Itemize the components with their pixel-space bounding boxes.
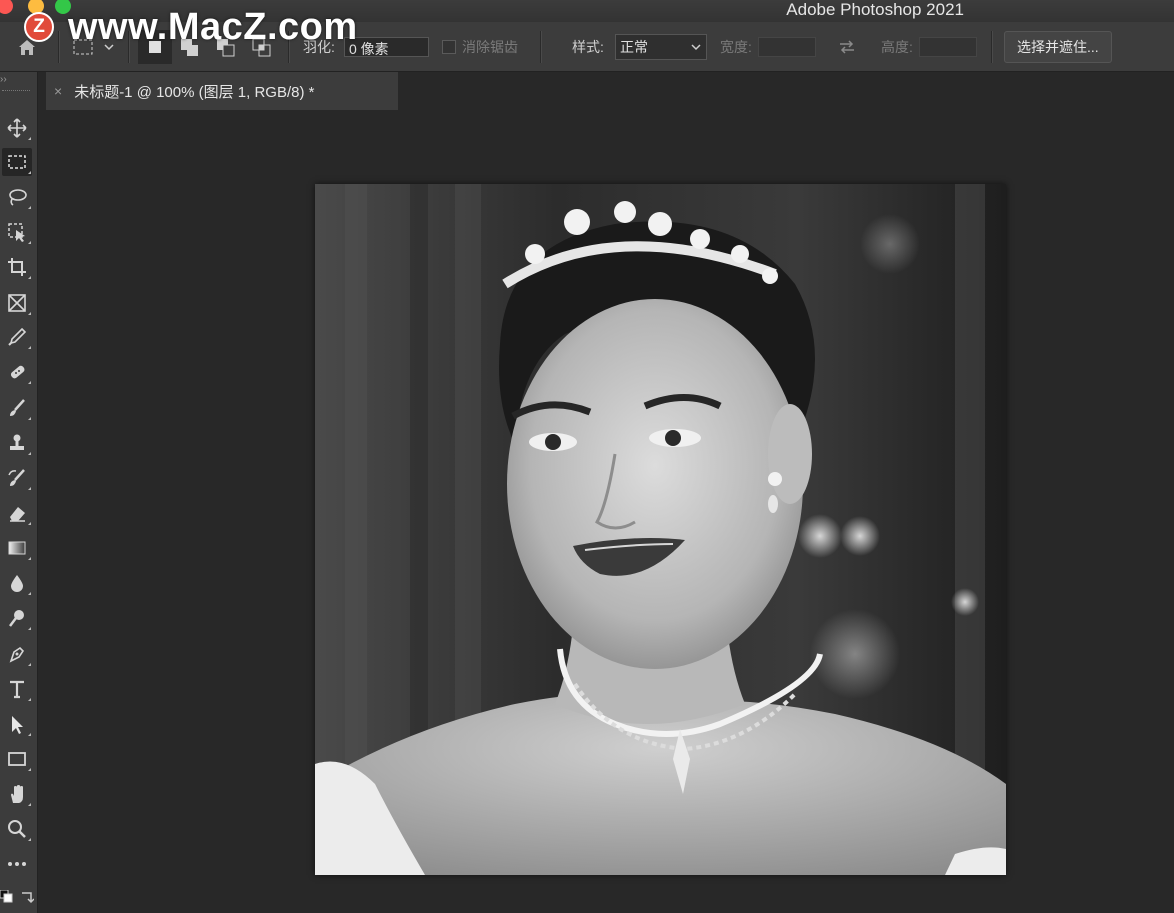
style-label: 样式: [572, 39, 604, 55]
close-window-button[interactable] [0, 0, 13, 14]
blur-tool-icon [11, 575, 23, 592]
path-selection-tool-icon [12, 716, 23, 734]
collapse-panel-icon[interactable]: ›› [0, 74, 7, 85]
path-selection-tool-button[interactable] [2, 710, 32, 738]
document-tab-title: 未标题-1 @ 100% (图层 1, RGB/8) * [74, 83, 315, 101]
watermark: Z www.MacZ.com [24, 6, 358, 48]
rectangle-tool-button[interactable] [2, 745, 32, 773]
frame-tool-icon [8, 294, 26, 312]
tool-group-indicator [28, 698, 31, 701]
watermark-text: www.MacZ.com [68, 5, 358, 48]
eraser-tool-button[interactable] [2, 499, 32, 527]
select-and-mask-button[interactable]: 选择并遮住... [1004, 31, 1112, 63]
tool-group-indicator [28, 627, 31, 630]
default-colors-icon [0, 890, 13, 903]
dodge-tool-button[interactable] [2, 604, 32, 632]
frame-tool-button[interactable] [2, 289, 32, 317]
zoom-tool-icon [8, 820, 26, 838]
antialias-label: 消除锯齿 [462, 39, 518, 55]
blur-tool-button[interactable] [2, 569, 32, 597]
tool-group-indicator [28, 346, 31, 349]
close-tab-icon[interactable]: × [54, 83, 62, 99]
tool-group-indicator [28, 381, 31, 384]
tool-group-indicator [28, 592, 31, 595]
app-title: Adobe Photoshop 2021 [786, 0, 964, 19]
brush-tool-icon [10, 399, 25, 416]
eyedropper-tool-button[interactable] [2, 323, 32, 351]
separator [540, 31, 542, 63]
swap-colors-icon [22, 892, 34, 904]
healing-brush-tool-icon [10, 365, 25, 379]
move-tool-icon [7, 118, 27, 138]
tool-group-indicator [28, 206, 31, 209]
type-tool-icon [10, 680, 24, 699]
document-tab[interactable]: × 未标题-1 @ 100% (图层 1, RGB/8) * [46, 72, 398, 110]
portrait-photo [315, 184, 1006, 875]
tool-group-indicator [28, 838, 31, 841]
tool-group-indicator [28, 137, 31, 140]
swap-arrows-icon [840, 40, 854, 54]
more-tools-button[interactable] [2, 850, 32, 878]
rectangle-tool-icon [8, 752, 26, 766]
rectangular-marquee-tool-icon [8, 155, 26, 169]
eyedropper-tool-icon [8, 327, 27, 346]
tool-group-indicator [28, 276, 31, 279]
pen-tool-icon [9, 646, 25, 663]
watermark-logo: Z [24, 12, 54, 42]
tool-group-indicator [28, 452, 31, 455]
style-select[interactable]: 正常 [615, 34, 707, 60]
move-tool-button[interactable] [2, 114, 32, 142]
swap-width-height-button[interactable] [836, 22, 858, 72]
hand-tool-button[interactable] [2, 780, 32, 808]
height-input[interactable] [919, 37, 977, 57]
history-brush-tool-icon [8, 469, 25, 486]
brush-tool-button[interactable] [2, 394, 32, 422]
antialias-checkbox[interactable] [442, 40, 456, 54]
type-tool-button[interactable] [2, 675, 32, 703]
tool-group-indicator [28, 803, 31, 806]
tool-group-indicator [28, 768, 31, 771]
eraser-tool-icon [10, 507, 25, 522]
gradient-tool-icon [8, 541, 26, 555]
width-label: 宽度: [720, 39, 752, 55]
height-label: 高度: [881, 39, 913, 55]
color-swatches[interactable] [0, 888, 36, 908]
dodge-tool-icon [9, 610, 24, 627]
more-tools-icon [8, 862, 26, 866]
tool-group-indicator [28, 241, 31, 244]
pen-tool-button[interactable] [2, 640, 32, 668]
zoom-tool-button[interactable] [2, 815, 32, 843]
crop-tool-button[interactable] [2, 253, 32, 281]
tool-group-indicator [28, 417, 31, 420]
document-canvas[interactable] [315, 184, 1006, 875]
tool-group-indicator [28, 557, 31, 560]
clone-stamp-tool-button[interactable] [2, 429, 32, 457]
tool-group-indicator [28, 663, 31, 666]
lasso-tool-icon [9, 189, 27, 206]
tool-group-indicator [28, 733, 31, 736]
object-selection-tool-icon [8, 223, 25, 242]
crop-tool-icon [8, 258, 26, 276]
tool-group-indicator [28, 312, 31, 315]
lasso-tool-button[interactable] [2, 183, 32, 211]
healing-brush-tool-button[interactable] [2, 358, 32, 386]
panel-grip[interactable] [2, 90, 30, 93]
separator [991, 31, 993, 63]
object-selection-tool-button[interactable] [2, 218, 32, 246]
tool-group-indicator [28, 522, 31, 525]
gradient-tool-button[interactable] [2, 534, 32, 562]
chevron-down-icon [691, 44, 701, 51]
history-brush-tool-button[interactable] [2, 464, 32, 492]
clone-stamp-tool-icon [10, 434, 24, 450]
width-input[interactable] [758, 37, 816, 57]
rectangular-marquee-tool-button[interactable] [2, 148, 32, 176]
document-tab-bar: × 未标题-1 @ 100% (图层 1, RGB/8) * [38, 72, 1174, 110]
hand-tool-icon [11, 785, 23, 803]
tool-group-indicator [28, 487, 31, 490]
style-select-value: 正常 [620, 39, 648, 55]
tool-group-indicator [28, 171, 31, 174]
